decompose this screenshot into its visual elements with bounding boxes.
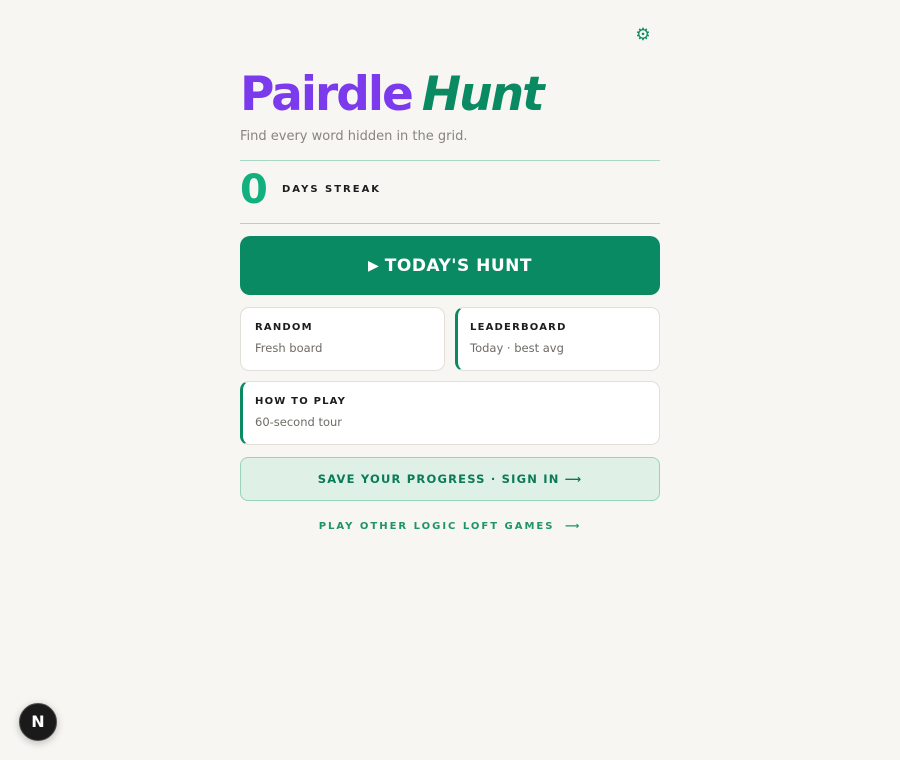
how-to-play-card[interactable]: HOW TO PLAY 60-second tour <box>240 381 660 445</box>
tagline: Find every word hidden in the grid. <box>240 129 468 144</box>
streak-label: DAYS STREAK <box>282 184 382 195</box>
how-to-play-title: HOW TO PLAY <box>255 396 347 407</box>
random-card[interactable]: RANDOM Fresh board <box>240 307 445 371</box>
title-hunt: Hunt <box>421 67 545 122</box>
page-title: Pairdle Hunt <box>240 66 545 124</box>
other-games-label: PLAY OTHER LOGIC LOFT GAMES <box>318 521 555 532</box>
sign-in-label: SAVE YOUR PROGRESS · SIGN IN <box>317 472 560 486</box>
divider-bottom <box>240 223 660 224</box>
nextjs-icon[interactable]: N <box>19 703 57 741</box>
leaderboard-title: LEADERBOARD <box>470 322 567 333</box>
other-games-link[interactable]: PLAY OTHER LOGIC LOFT GAMES ⟶ <box>240 519 660 535</box>
arrow-right-icon: ⟶ <box>564 521 582 532</box>
leaderboard-card[interactable]: LEADERBOARD Today · best avg <box>455 307 660 371</box>
random-title: RANDOM <box>255 322 313 333</box>
leaderboard-subtitle: Today · best avg <box>470 341 564 355</box>
todays-hunt-button[interactable]: ▶ TODAY'S HUNT <box>240 236 660 295</box>
arrow-right-icon: ⟶ <box>564 472 583 486</box>
sign-in-button[interactable]: SAVE YOUR PROGRESS · SIGN IN ⟶ <box>240 457 660 501</box>
how-to-play-subtitle: 60-second tour <box>255 415 343 429</box>
todays-hunt-label: TODAY'S HUNT <box>384 255 532 276</box>
gear-icon[interactable]: ⚙ <box>633 25 653 45</box>
title-pairdle: Pairdle <box>240 67 414 122</box>
divider-top <box>240 160 660 161</box>
streak-count: 0 <box>240 167 268 213</box>
random-subtitle: Fresh board <box>255 341 323 355</box>
play-icon: ▶ <box>367 257 379 274</box>
